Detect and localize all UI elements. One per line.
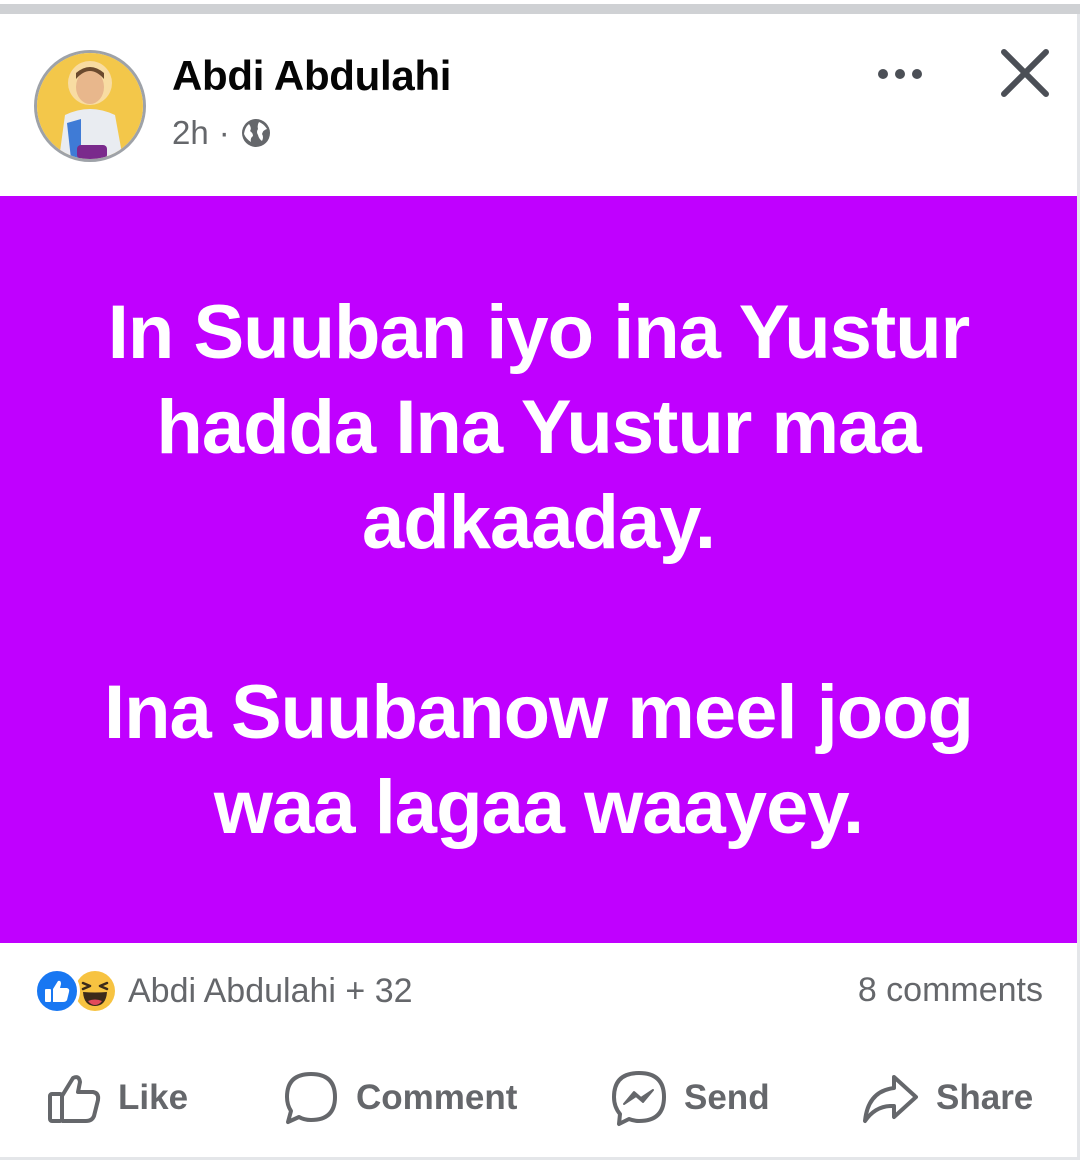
post-line: In Suuban iyo ina Yustur	[107, 289, 970, 375]
comment-button[interactable]: Comment	[282, 1058, 517, 1138]
globe-icon	[240, 117, 272, 149]
reactions-summary[interactable]: Abdi Abdulahi + 32	[34, 968, 413, 1014]
post-line: waa lagaa waayey.	[213, 764, 864, 850]
like-label: Like	[118, 1078, 189, 1117]
more-dot-icon	[912, 69, 922, 79]
share-arrow-icon	[863, 1075, 918, 1123]
meta-separator: ·	[218, 114, 230, 151]
more-dot-icon	[895, 69, 905, 79]
close-button[interactable]	[996, 44, 1054, 102]
comment-label: Comment	[356, 1078, 518, 1117]
thumbs-up-icon	[48, 1075, 101, 1123]
close-icon	[1001, 49, 1049, 97]
avatar[interactable]	[34, 50, 146, 162]
post-meta: 2h ·	[172, 114, 272, 152]
like-button[interactable]: Like	[46, 1058, 188, 1138]
post-time[interactable]: 2h	[172, 114, 209, 152]
like-react-icon	[34, 968, 80, 1014]
post-line: hadda Ina Yustur maa	[156, 384, 921, 470]
comments-count[interactable]: 8 comments	[858, 971, 1043, 1010]
post-header: Abdi Abdulahi 2h ·	[0, 14, 1077, 196]
send-button[interactable]: Send	[610, 1058, 770, 1138]
action-bar: Like Comment Send Share	[0, 1039, 1077, 1157]
send-label: Send	[684, 1078, 770, 1117]
share-label: Share	[936, 1078, 1034, 1117]
more-options-button[interactable]	[868, 56, 932, 92]
top-divider	[0, 0, 1080, 14]
post-line: adkaaday.	[362, 479, 716, 565]
post-line: Ina Suubanow meel joog	[104, 669, 974, 755]
post-background: In Suuban iyo ina Yustur hadda Ina Yustu…	[0, 196, 1077, 943]
messenger-icon	[612, 1071, 666, 1126]
share-button[interactable]: Share	[860, 1058, 1033, 1138]
post-stats: Abdi Abdulahi + 32 8 comments	[0, 943, 1077, 1039]
author-name[interactable]: Abdi Abdulahi	[172, 52, 451, 100]
more-dot-icon	[878, 69, 888, 79]
comment-bubble-icon	[285, 1072, 337, 1124]
reactions-text: Abdi Abdulahi + 32	[128, 971, 413, 1010]
post-paragraph-2: Ina Suubanow meel joog waa lagaa waayey.	[39, 665, 1039, 855]
post-paragraph-1: In Suuban iyo ina Yustur hadda Ina Yustu…	[39, 285, 1039, 570]
